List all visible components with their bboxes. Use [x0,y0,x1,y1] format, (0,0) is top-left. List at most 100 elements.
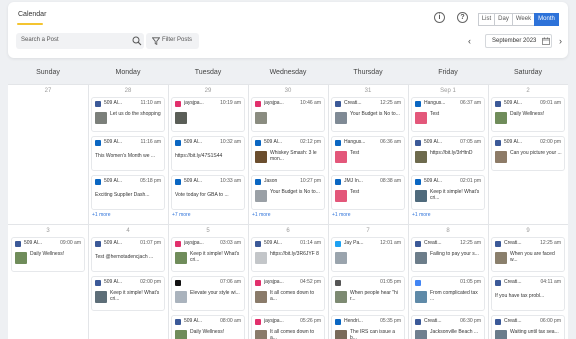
post-card[interactable]: 509 Al... 11:10 am Let us do the shopping [91,97,165,132]
column-divider [328,84,329,339]
linkedin-icon [255,179,261,185]
post-account: Jay Pa... [344,240,364,246]
post-card[interactable]: jaysjpa... 04:52 pm It all comes down to a… [251,276,325,311]
post-card[interactable]: 01:05 pm When people hear "hi r... [331,276,405,311]
post-card[interactable]: 509 Al... 02:00 pm Keep it simple! What's … [91,276,165,311]
search-input[interactable]: Search a Post [21,37,59,43]
post-thumbnail [415,190,427,202]
post-card[interactable]: 509 Al... 10:32 am https://bit.ly/47S1S44 [171,136,245,171]
post-time: 05:18 pm [140,178,161,184]
post-time: 02:01 pm [460,178,481,184]
search-icon[interactable] [132,36,142,46]
post-card[interactable]: Creati... 06:30 pm Jacksonville Beach ... [411,315,485,339]
help-icon[interactable]: ? [457,12,468,23]
post-card[interactable]: Creati... 12:25 am When you are faced w... [491,237,565,272]
post-card[interactable]: jaysjpa... 10:46 am [251,97,325,132]
post-card[interactable]: JMJ In... 08:38 am Test [331,175,405,210]
post-thumbnail [175,291,187,303]
post-account: Hangus... [344,139,366,145]
post-card[interactable]: 509 Al... 10:33 am Vote today for GBA to .… [171,175,245,210]
post-card[interactable]: Jay Pa... 12:01 am [331,237,405,272]
post-time: 11:10 am [140,100,161,106]
view-week-button[interactable]: Week [512,13,535,26]
post-card[interactable]: Hangus... 06:37 am Test [411,97,485,132]
day-number: 3 [46,228,50,234]
view-month-button[interactable]: Month [534,13,559,26]
post-account: Creati... [344,100,362,106]
linkedin-icon [415,101,421,107]
post-thumbnail [95,112,107,124]
post-time: 09:01 am [540,100,561,106]
next-month-icon[interactable]: › [559,36,562,46]
post-card[interactable]: jaysjpa... 05:26 pm It all comes down to a… [251,315,325,339]
post-caption: When you are faced w... [510,251,555,263]
post-caption: Whiskey Smash: 3 le mon... [270,150,317,162]
post-card[interactable]: jaysjpa... 10:19 am [171,97,245,132]
post-time: 01:05 pm [380,279,401,285]
post-card[interactable]: 07:06 am Elevate your style wi... [171,276,245,311]
info-icon[interactable]: i [434,12,445,23]
post-caption: https://bit.ly/3R6JYF 8 [270,251,319,257]
post-card[interactable]: 509 Al... 09:01 am Daily Wellness! [491,97,565,132]
post-caption: It all comes down to a... [270,290,315,302]
month-picker[interactable]: September 2023 [485,34,552,48]
post-card[interactable]: 509 Al... 01:14 am https://bit.ly/3R6JYF 8 [251,237,325,272]
more-posts-link[interactable]: +1 more [332,212,350,218]
post-caption: From complicated tax ... [430,290,478,302]
view-list-button[interactable]: List [478,13,495,26]
calendar-icon[interactable] [542,37,550,45]
weekday-label-wednesday: Wednesday [269,69,307,76]
post-caption: Vote today for GBA to ... [175,192,229,198]
post-card[interactable]: 509 Al... 02:01 pm Keep it simple! What's … [411,175,485,210]
tab-calendar[interactable]: Calendar [18,11,46,18]
linkedin-icon [255,140,261,146]
post-card[interactable]: Creati... 12:25 am Failing to pay your s..… [411,237,485,272]
post-time: 05:26 pm [300,318,321,324]
post-card[interactable]: 509 Al... 11:16 am This Women's Month we .… [91,136,165,171]
view-day-button[interactable]: Day [494,13,513,26]
post-card[interactable]: 509 Al... 01:07 pm Test @hernotadencjach .… [91,237,165,272]
more-posts-link[interactable]: +1 more [92,212,110,218]
post-card[interactable]: Hendri... 05:35 pm The IRS can issue a b..… [331,315,405,339]
post-card[interactable]: jaysjpa... 03:03 am Keep it simple! What's… [171,237,245,272]
filter-posts-button[interactable]: Filter Posts [146,33,199,49]
post-time: 12:01 am [380,240,401,246]
facebook-icon [95,241,101,247]
post-time: 07:05 am [460,139,481,145]
linkedin-icon [415,179,421,185]
post-card[interactable]: 509 Al... 08:00 am Daily Wellness! [171,315,245,339]
post-card[interactable]: Hangus... 06:36 am Test [331,136,405,171]
post-caption: This Women's Month we ... [95,153,156,159]
post-time: 10:46 am [300,100,321,106]
post-card[interactable]: 01:05 pm From complicated tax ... [411,276,485,311]
post-thumbnail [15,252,27,264]
more-posts-link[interactable]: +1 more [412,212,430,218]
post-card[interactable]: 509 Al... 09:00 am Daily Wellness! [11,237,85,272]
post-caption: Your Budget is No to... [350,111,400,117]
post-caption: Keep it simple! What's cri... [190,251,240,263]
post-account: 509 Al... [104,279,123,285]
prev-month-icon[interactable]: ‹ [468,36,471,46]
post-account: Creati... [504,240,522,246]
post-card[interactable]: 509 Al... 02:00 pm Can you picture your ..… [491,136,565,171]
post-thumbnail [255,112,267,124]
search-bar[interactable]: Search a Post [16,33,144,49]
post-time: 10:32 am [220,139,241,145]
post-card[interactable]: 509 Al... 07:05 am https://bit.ly/3rHtnD [411,136,485,171]
more-posts-link[interactable]: +1 more [252,212,270,218]
post-time: 08:38 am [380,178,401,184]
column-divider [88,84,89,339]
linkedin-icon [335,140,341,146]
post-card[interactable]: Creati... 04:11 am If you have tax probl..… [491,276,565,311]
more-posts-link[interactable]: +7 more [172,212,190,218]
row-divider [8,84,568,85]
post-card[interactable]: 509 Al... 02:12 pm Whiskey Smash: 3 le mon… [251,136,325,171]
instagram-icon [255,101,261,107]
post-card[interactable]: Creati... 06:00 pm Waiting until tax sea..… [491,315,565,339]
post-caption: Elevate your style wi... [190,290,240,296]
post-card[interactable]: 509 Al... 05:18 pm Exciting Supplier Dash.… [91,175,165,210]
post-thumbnail [175,252,187,264]
post-thumbnail [415,252,427,264]
post-card[interactable]: Jason 10:27 pm Your Budget is No to... [251,175,325,210]
post-card[interactable]: Creati... 12:25 am Your Budget is No to... [331,97,405,132]
